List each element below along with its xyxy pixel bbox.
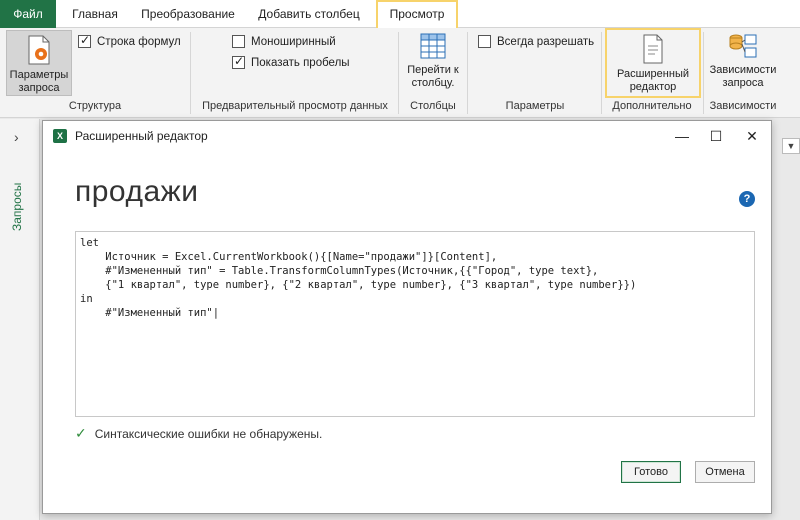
queries-pane-collapsed: › Запросы [0, 119, 40, 520]
monospace-checkbox[interactable] [232, 35, 245, 48]
formula-bar-toggle[interactable]: Строка формул [78, 33, 181, 48]
show-whitespace-toggle[interactable]: Показать пробелы [232, 54, 350, 69]
ribbon-separator [190, 32, 191, 114]
query-settings-button[interactable]: Параметры запроса [6, 30, 72, 96]
tab-transform[interactable]: Преобразование [134, 0, 242, 28]
monospace-toggle[interactable]: Моноширинный [232, 35, 336, 48]
group-label-params: Параметры [505, 100, 565, 112]
formula-bar-checkbox[interactable] [78, 33, 91, 48]
advanced-editor-icon [643, 34, 663, 64]
go-to-column-label: Перейти к столбцу. [407, 64, 459, 89]
query-dependencies-label: Зависимости запроса [709, 64, 777, 89]
monospace-label: Моноширинный [251, 35, 336, 48]
always-allow-label: Всегда разрешать [497, 35, 595, 48]
ribbon-tab-bar: Файл Главная Преобразование Добавить сто… [0, 0, 800, 28]
query-dependencies-icon [729, 34, 757, 58]
ribbon-separator [398, 32, 399, 114]
go-to-column-button[interactable]: Перейти к столбцу. [402, 32, 464, 96]
group-label-preview: Предварительный просмотр данных [202, 100, 388, 112]
cancel-button[interactable]: Отмена [695, 461, 755, 483]
group-label-structure: Структура [68, 100, 122, 112]
query-settings-icon [28, 35, 50, 65]
advanced-editor-button[interactable]: Расширенный редактор [605, 28, 701, 98]
group-label-columns: Столбцы [410, 100, 456, 112]
tab-view[interactable]: Просмотр [376, 0, 458, 28]
group-label-advanced: Дополнительно [612, 100, 692, 112]
expand-queries-chevron-icon[interactable]: › [14, 129, 19, 145]
always-allow-checkbox[interactable] [478, 35, 491, 48]
group-label-deps: Зависимости [709, 100, 777, 112]
dialog-title: Расширенный редактор [75, 129, 208, 143]
syntax-status: ✓ Синтаксические ошибки не обнаружены. [75, 425, 322, 442]
advanced-editor-dialog: X Расширенный редактор — ☐ ✕ продажи ? l… [42, 120, 772, 514]
table-columns-icon [420, 33, 446, 59]
query-dependencies-button[interactable]: Зависимости запроса [706, 32, 780, 96]
advanced-editor-label: Расширенный редактор [617, 68, 689, 93]
query-name-heading: продажи [75, 175, 199, 208]
tab-home[interactable]: Главная [62, 0, 128, 28]
excel-logo-icon: X [53, 129, 67, 143]
show-whitespace-checkbox[interactable] [232, 54, 245, 69]
query-settings-label: Параметры запроса [9, 69, 69, 94]
tab-add-column[interactable]: Добавить столбец [248, 0, 370, 28]
chevron-down-icon[interactable]: ▼ [782, 138, 800, 154]
queries-pane-label[interactable]: Запросы [10, 183, 24, 231]
done-button[interactable]: Готово [621, 461, 681, 483]
syntax-status-text: Синтаксические ошибки не обнаружены. [94, 426, 323, 441]
code-editor[interactable]: let Источник = Excel.CurrentWorkbook(){[… [75, 231, 755, 417]
help-icon[interactable]: ? [739, 191, 755, 207]
maximize-button[interactable]: ☐ [701, 125, 731, 147]
minimize-button[interactable]: — [667, 125, 697, 147]
ribbon-separator [467, 32, 468, 114]
ribbon-separator [601, 32, 602, 114]
dialog-title-bar: X Расширенный редактор — ☐ ✕ [43, 121, 771, 151]
always-allow-toggle[interactable]: Всегда разрешать [478, 35, 594, 48]
formula-bar-label: Строка формул [97, 35, 181, 48]
show-whitespace-label: Показать пробелы [251, 56, 350, 69]
checkmark-icon: ✓ [75, 425, 87, 441]
ribbon: Параметры запроса Строка формул Структур… [0, 28, 800, 118]
close-button[interactable]: ✕ [737, 125, 767, 147]
tab-file[interactable]: Файл [0, 0, 56, 28]
